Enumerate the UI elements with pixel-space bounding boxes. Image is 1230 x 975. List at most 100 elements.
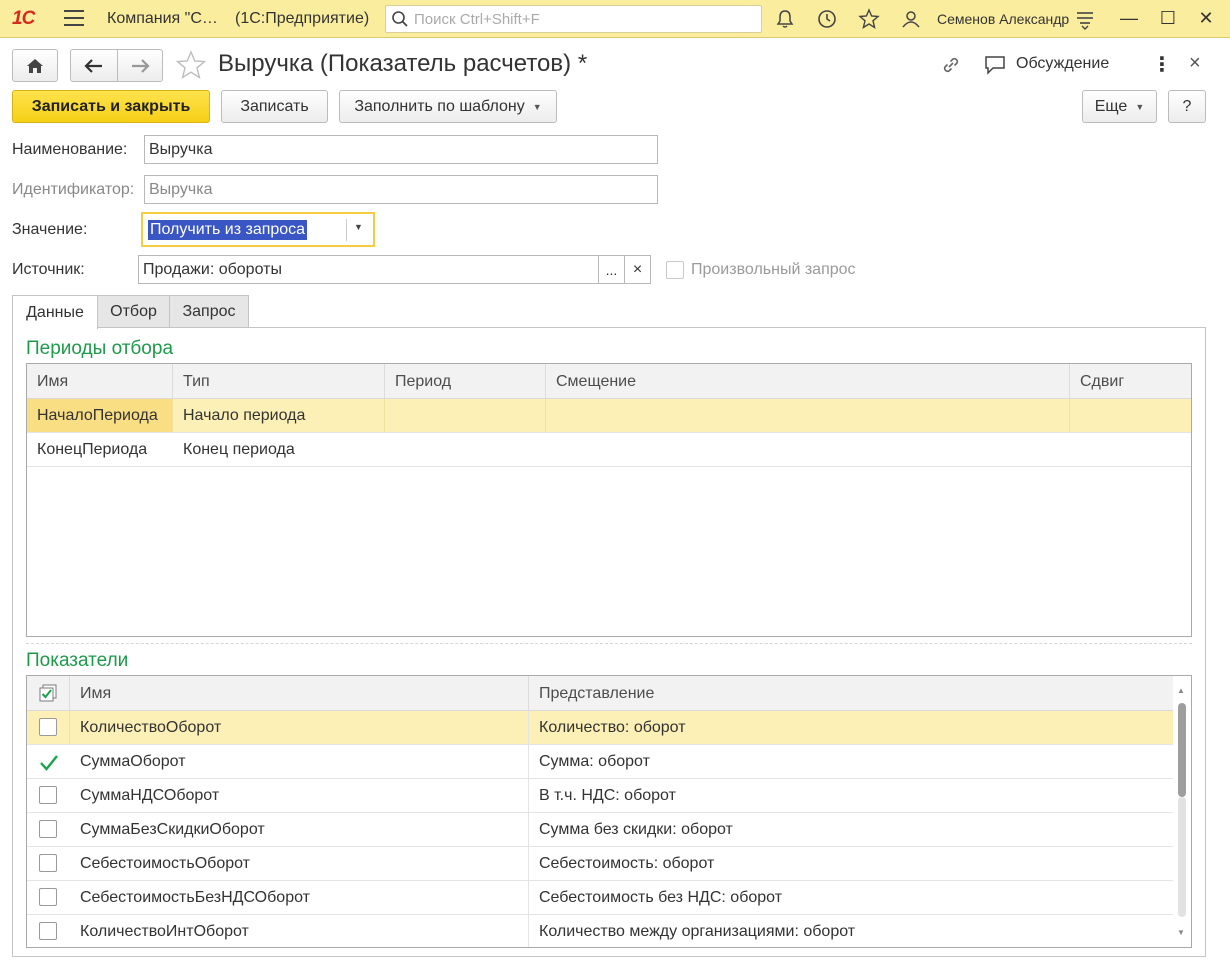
discussion-icon[interactable] xyxy=(983,54,1007,76)
indicators-table[interactable]: Имя Представление КоличествоОборот Количе… xyxy=(26,675,1192,948)
cell-presentation[interactable]: В т.ч. НДС: оборот xyxy=(529,779,1175,812)
cell-type[interactable]: Начало периода xyxy=(173,399,385,432)
column-header-offset[interactable]: Смещение xyxy=(546,364,1070,399)
cell-presentation[interactable]: Количество между организациями: оборот xyxy=(529,915,1175,947)
row-checkbox[interactable] xyxy=(39,888,57,906)
cell-name[interactable]: СебестоимостьОборот xyxy=(70,847,529,880)
form-close-button[interactable]: × xyxy=(1189,52,1201,75)
cell-type[interactable]: Конец периода xyxy=(173,433,385,466)
scroll-track[interactable] xyxy=(1178,797,1186,917)
save-button[interactable]: Записать xyxy=(221,90,328,123)
cell-name[interactable]: СуммаБезСкидкиОборот xyxy=(70,813,529,846)
help-button[interactable]: ? xyxy=(1168,90,1206,123)
table-row[interactable]: КоличествоОборот Количество: оборот xyxy=(27,711,1175,745)
value-select[interactable]: Получить из запроса ▼ xyxy=(141,212,375,247)
row-checkbox[interactable] xyxy=(39,820,57,838)
cell-presentation[interactable]: Сумма без скидки: оборот xyxy=(529,813,1175,846)
cell-name[interactable]: СуммаОборот xyxy=(70,745,529,778)
discussion-link[interactable]: Обсуждение xyxy=(1016,55,1109,73)
source-choose-button[interactable]: ... xyxy=(598,255,625,284)
link-icon[interactable] xyxy=(940,54,962,76)
check-all-icon[interactable] xyxy=(39,684,57,702)
cell-presentation[interactable]: Себестоимость без НДС: оборот xyxy=(529,881,1175,914)
cell-name[interactable]: КоличествоОборот xyxy=(70,711,529,744)
source-field[interactable]: Продажи: обороты xyxy=(138,255,599,284)
indicators-scrollbar[interactable]: ▲ ▼ xyxy=(1173,676,1191,947)
table-row[interactable]: НачалоПериода Начало периода xyxy=(27,399,1191,433)
cell-check[interactable] xyxy=(27,813,70,846)
fill-by-template-button[interactable]: Заполнить по шаблону ▼ xyxy=(339,90,557,123)
cell-check[interactable] xyxy=(27,745,70,778)
save-and-close-button[interactable]: Записать и закрыть xyxy=(12,90,210,123)
settings-lines-icon[interactable] xyxy=(1074,8,1096,30)
more-actions-icon[interactable]: ⋮ xyxy=(1152,52,1172,77)
cell-offset[interactable] xyxy=(546,433,1070,466)
maximize-button[interactable]: ☐ xyxy=(1156,8,1180,29)
column-header-shift[interactable]: Сдвиг xyxy=(1070,364,1191,399)
history-icon[interactable] xyxy=(816,8,838,30)
source-clear-button[interactable]: × xyxy=(624,255,651,284)
column-header-presentation[interactable]: Представление xyxy=(529,676,1175,711)
custom-query-checkbox[interactable] xyxy=(666,261,684,279)
cell-check[interactable] xyxy=(27,779,70,812)
column-header-type[interactable]: Тип xyxy=(173,364,385,399)
row-checkbox[interactable] xyxy=(39,718,57,736)
cell-period[interactable] xyxy=(385,433,546,466)
table-row[interactable]: СуммаОборот Сумма: оборот xyxy=(27,745,1175,779)
cell-name[interactable]: СуммаНДСОборот xyxy=(70,779,529,812)
tab-data[interactable]: Данные xyxy=(12,295,98,329)
cell-presentation[interactable]: Сумма: оборот xyxy=(529,745,1175,778)
search-input[interactable] xyxy=(412,9,752,29)
user-name[interactable]: Семенов Александр xyxy=(937,11,1069,27)
cell-check[interactable] xyxy=(27,711,70,744)
cell-check[interactable] xyxy=(27,847,70,880)
cell-check[interactable] xyxy=(27,881,70,914)
global-search[interactable] xyxy=(385,5,762,33)
table-row[interactable]: КонецПериода Конец периода xyxy=(27,433,1191,467)
window-close-button[interactable]: ✕ xyxy=(1194,8,1218,29)
favorite-star-icon[interactable] xyxy=(175,50,207,80)
tab-filter[interactable]: Отбор xyxy=(97,295,170,328)
periods-table[interactable]: Имя Тип Период Смещение Сдвиг НачалоПери… xyxy=(26,363,1192,637)
row-checkbox[interactable] xyxy=(39,752,58,771)
row-checkbox[interactable] xyxy=(39,854,57,872)
table-row[interactable]: СуммаНДСОборот В т.ч. НДС: оборот xyxy=(27,779,1175,813)
row-checkbox[interactable] xyxy=(39,922,57,940)
cell-shift[interactable] xyxy=(1070,399,1191,432)
column-header-check-all[interactable] xyxy=(27,676,70,711)
column-header-name[interactable]: Имя xyxy=(27,364,173,399)
cell-presentation[interactable]: Себестоимость: оборот xyxy=(529,847,1175,880)
bell-icon[interactable] xyxy=(774,8,796,30)
cell-period[interactable] xyxy=(385,399,546,432)
identifier-field[interactable]: Выручка xyxy=(144,175,658,204)
back-button[interactable] xyxy=(70,49,118,82)
cell-check[interactable] xyxy=(27,915,70,947)
name-field[interactable]: Выручка xyxy=(144,135,658,164)
tab-query[interactable]: Запрос xyxy=(169,295,249,328)
main-menu-icon[interactable] xyxy=(64,10,84,28)
star-icon[interactable] xyxy=(858,8,880,30)
cell-name[interactable]: КоличествоИнтОборот xyxy=(70,915,529,947)
cell-presentation[interactable]: Количество: оборот xyxy=(529,711,1175,744)
table-row[interactable]: СебестоимостьОборот Себестоимость: оборот xyxy=(27,847,1175,881)
table-row[interactable]: СуммаБезСкидкиОборот Сумма без скидки: об… xyxy=(27,813,1175,847)
home-button[interactable] xyxy=(12,49,58,82)
scroll-thumb[interactable] xyxy=(1178,703,1186,797)
minimize-button[interactable]: — xyxy=(1117,8,1141,29)
cell-name[interactable]: КонецПериода xyxy=(27,433,173,466)
user-icon[interactable] xyxy=(900,8,922,30)
cell-name[interactable]: СебестоимостьБезНДСОборот xyxy=(70,881,529,914)
scroll-down-icon[interactable]: ▼ xyxy=(1177,928,1185,937)
scroll-up-icon[interactable]: ▲ xyxy=(1177,686,1185,695)
table-row[interactable]: СебестоимостьБезНДСОборот Себестоимость б… xyxy=(27,881,1175,915)
forward-button[interactable] xyxy=(117,49,163,82)
more-button[interactable]: Еще ▼ xyxy=(1082,90,1157,123)
company-name[interactable]: Компания "С… xyxy=(107,10,218,28)
cell-shift[interactable] xyxy=(1070,433,1191,466)
cell-name[interactable]: НачалоПериода xyxy=(27,399,173,432)
table-row[interactable]: КоличествоИнтОборот Количество между орга… xyxy=(27,915,1175,947)
column-header-name[interactable]: Имя xyxy=(70,676,529,711)
column-header-period[interactable]: Период xyxy=(385,364,546,399)
chevron-down-icon[interactable]: ▼ xyxy=(354,222,363,232)
cell-offset[interactable] xyxy=(546,399,1070,432)
